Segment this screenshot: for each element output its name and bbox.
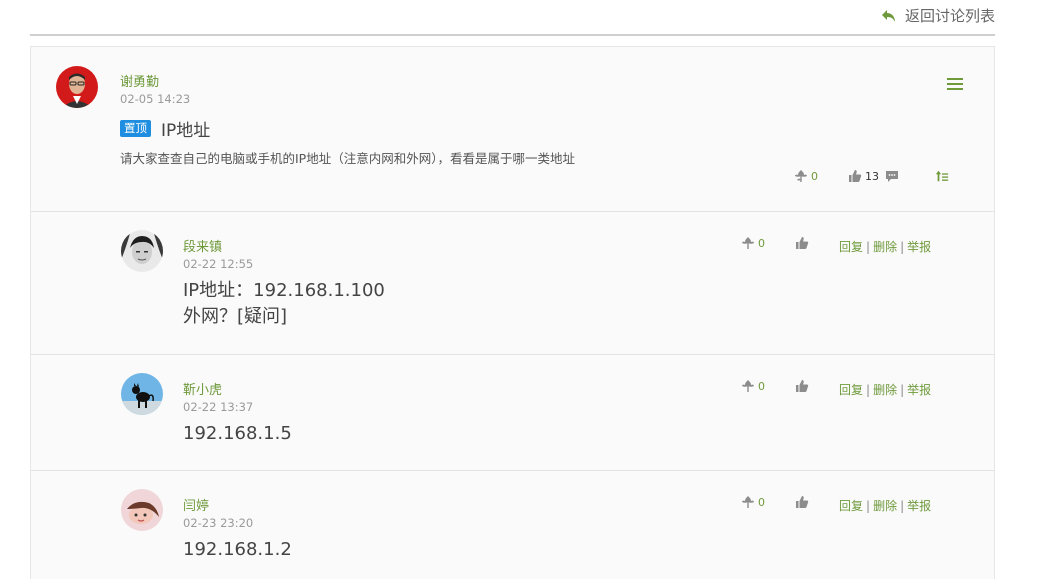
reply-time: 02-23 23:20 (183, 516, 254, 530)
reply-content: IP地址：192.168.1.100 外网？[疑问] (183, 278, 385, 330)
flower-button[interactable]: 0 (741, 495, 765, 509)
reply-author[interactable]: 段来镇 (183, 236, 222, 255)
flower-icon (795, 170, 807, 182)
avatar[interactable] (121, 373, 163, 415)
flower-button[interactable]: 0 (794, 169, 818, 183)
like-button[interactable] (795, 236, 809, 250)
delete-button[interactable]: 删除 (873, 499, 897, 513)
reply-content-line: 192.168.1.2 (183, 539, 292, 560)
flower-count: 0 (758, 379, 765, 393)
reply-content-line: IP地址：192.168.1.100 (183, 280, 385, 301)
reply-item: 闫婷 02-23 23:20 192.168.1.2 0 回复 | 删除 | 举报 (31, 471, 994, 579)
post-author[interactable]: 谢勇勤 (120, 71, 159, 90)
flower-icon (742, 380, 754, 392)
thumbs-up-icon (796, 380, 809, 392)
reply-actions: 回复 | 删除 | 举报 (839, 381, 931, 398)
sort-up-button[interactable] (935, 169, 949, 183)
separator: | (900, 499, 905, 513)
avatar[interactable] (121, 489, 163, 531)
separator: | (900, 383, 905, 397)
reply-author[interactable]: 闫婷 (183, 495, 209, 514)
reply-avatar-image (121, 373, 163, 415)
reply-stats: 0 (741, 236, 809, 250)
report-button[interactable]: 举报 (907, 383, 931, 397)
reply-content: 192.168.1.5 (183, 421, 292, 447)
comment-icon (886, 171, 898, 182)
like-button[interactable] (795, 379, 809, 393)
post-stats: 0 13 (794, 169, 949, 183)
post-title-row: 置顶 IP地址 (120, 116, 210, 141)
avatar[interactable] (56, 66, 98, 108)
reply-content: 192.168.1.2 (183, 537, 292, 563)
reply-item: 段来镇 02-22 12:55 IP地址：192.168.1.100 外网？[疑… (31, 212, 994, 355)
flower-icon (742, 237, 754, 249)
back-to-list-link[interactable]: 返回讨论列表 (881, 5, 995, 26)
reply-avatar-image (121, 489, 163, 531)
main-post: 谢勇勤 02-05 14:23 置顶 IP地址 请大家查查自己的电脑或手机的IP… (31, 47, 994, 212)
separator: | (900, 240, 905, 254)
reply-time: 02-22 12:55 (183, 257, 254, 271)
menu-icon[interactable] (947, 78, 963, 92)
post-time: 02-05 14:23 (120, 92, 191, 106)
reply-author[interactable]: 靳小虎 (183, 379, 222, 398)
separator: | (866, 240, 871, 254)
comment-button[interactable] (885, 169, 899, 183)
like-button[interactable]: 13 (848, 169, 879, 183)
flower-button[interactable]: 0 (741, 379, 765, 393)
post-body: 请大家查查自己的电脑或手机的IP地址（注意内网和外网），看看是属于哪一类地址 (120, 151, 575, 166)
top-bar: 返回讨论列表 (30, 0, 995, 36)
thumbs-up-icon (796, 496, 809, 508)
report-button[interactable]: 举报 (907, 499, 931, 513)
discussion-card: 谢勇勤 02-05 14:23 置顶 IP地址 请大家查查自己的电脑或手机的IP… (30, 46, 995, 579)
reply-stats: 0 (741, 495, 809, 509)
flower-count: 0 (758, 495, 765, 509)
report-button[interactable]: 举报 (907, 240, 931, 254)
reply-button[interactable]: 回复 (839, 499, 863, 513)
reply-item: 靳小虎 02-22 13:37 192.168.1.5 0 回复 | 删除 | 举报 (31, 355, 994, 471)
delete-button[interactable]: 删除 (873, 240, 897, 254)
reply-avatar-image (121, 230, 163, 272)
reply-time: 02-22 13:37 (183, 400, 254, 414)
reply-content-line: 192.168.1.5 (183, 423, 292, 444)
reply-actions: 回复 | 删除 | 举报 (839, 497, 931, 514)
separator: | (866, 499, 871, 513)
reply-button[interactable]: 回复 (839, 240, 863, 254)
return-arrow-icon (881, 9, 895, 22)
separator: | (866, 383, 871, 397)
avatar[interactable] (121, 230, 163, 272)
sort-up-icon (935, 170, 949, 182)
reply-button[interactable]: 回复 (839, 383, 863, 397)
flower-button[interactable]: 0 (741, 236, 765, 250)
delete-button[interactable]: 删除 (873, 383, 897, 397)
author-avatar-image (56, 66, 98, 108)
post-title: IP地址 (161, 121, 211, 141)
back-to-list-label: 返回讨论列表 (904, 7, 995, 25)
thumbs-up-icon (849, 170, 862, 182)
flower-count: 0 (811, 169, 818, 183)
reply-content-line: 外网？[疑问] (183, 306, 288, 327)
like-count: 13 (865, 169, 879, 183)
flower-icon (742, 496, 754, 508)
thumbs-up-icon (796, 237, 809, 249)
pinned-badge: 置顶 (120, 120, 151, 137)
reply-stats: 0 (741, 379, 809, 393)
flower-count: 0 (758, 236, 765, 250)
reply-actions: 回复 | 删除 | 举报 (839, 238, 931, 255)
like-button[interactable] (795, 495, 809, 509)
